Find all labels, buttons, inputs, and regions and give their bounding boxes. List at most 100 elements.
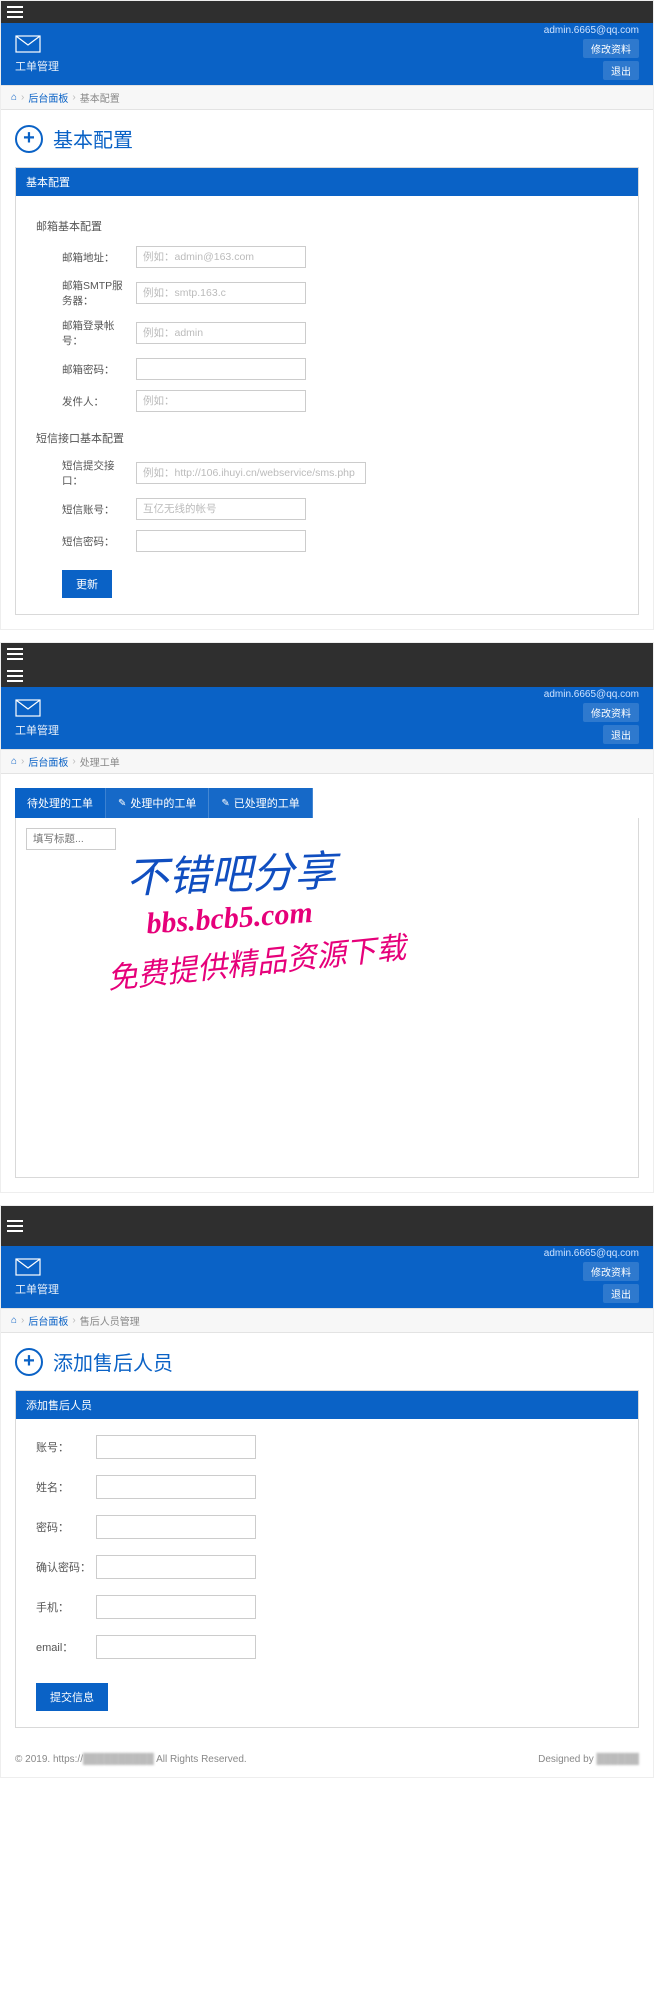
label: 手机： (36, 1599, 96, 1615)
confirm-password-input[interactable] (96, 1555, 256, 1579)
add-icon[interactable]: + (15, 125, 43, 153)
tab-pending[interactable]: 待处理的工单 (15, 788, 106, 818)
breadcrumb-current: 基本配置 (80, 90, 120, 105)
edit-profile-button[interactable]: 修改资料 (583, 39, 639, 58)
page-title: + 基本配置 (15, 124, 639, 153)
row-email: email： (36, 1635, 618, 1659)
home-icon[interactable]: ⌂ (11, 1315, 17, 1326)
label: 短信密码： (36, 534, 136, 549)
user-email: admin.6665@qq.com (544, 25, 639, 36)
label: 密码： (36, 1519, 96, 1535)
edit-profile-button[interactable]: 修改资料 (583, 703, 639, 722)
header-bar: 工单管理 admin.6665@qq.com 修改资料 退出 (1, 1246, 653, 1308)
tab-label: 已处理的工单 (234, 795, 300, 811)
add-icon[interactable]: + (15, 1348, 43, 1376)
logo: 工单管理 (15, 35, 59, 74)
submit-button[interactable]: 提交信息 (36, 1683, 108, 1711)
config-panel: 基本配置 邮箱基本配置 邮箱地址： 邮箱SMTP服务器： 邮箱登录帐号： 邮箱密… (15, 167, 639, 615)
label: 邮箱地址： (36, 250, 136, 265)
update-button[interactable]: 更新 (62, 570, 112, 598)
app-name: 工单管理 (15, 722, 59, 738)
row-account: 账号： (36, 1435, 618, 1459)
app-name: 工单管理 (15, 58, 59, 74)
tab-label: 处理中的工单 (130, 795, 196, 811)
home-icon[interactable]: ⌂ (11, 92, 17, 103)
password-input[interactable] (96, 1515, 256, 1539)
user-block: admin.6665@qq.com 修改资料 退出 (544, 689, 639, 747)
user-email: admin.6665@qq.com (544, 689, 639, 700)
email-address-input[interactable] (136, 246, 306, 268)
label: 短信账号： (36, 502, 136, 517)
sender-input[interactable] (136, 390, 306, 412)
breadcrumb: ⌂› 后台面板› 售后人员管理 (1, 1308, 653, 1333)
section-sms: 短信接口基本配置 (36, 430, 618, 446)
email-input[interactable] (96, 1635, 256, 1659)
logout-button[interactable]: 退出 (603, 1284, 639, 1303)
header-bar: 工单管理 admin.6665@qq.com 修改资料 退出 (1, 23, 653, 85)
watermark-line3: 免费提供精品资源下载 (105, 912, 507, 998)
mail-icon (15, 35, 41, 56)
password-input[interactable] (136, 358, 306, 380)
user-block: admin.6665@qq.com 修改资料 退出 (544, 1248, 639, 1306)
section-email: 邮箱基本配置 (36, 218, 618, 234)
page-body: + 添加售后人员 添加售后人员 账号： 姓名： 密码： 确认密码： (1, 1333, 653, 1742)
breadcrumb-link[interactable]: 后台面板 (28, 1313, 68, 1328)
breadcrumb-link[interactable]: 后台面板 (28, 90, 68, 105)
phone-input[interactable] (96, 1595, 256, 1619)
tab-processing[interactable]: ✎ 处理中的工单 (106, 788, 209, 818)
menu-icon[interactable] (7, 1220, 23, 1232)
page-body: 待处理的工单 ✎ 处理中的工单 ✎ 已处理的工单 不错吧分享 bbs.bcb5.… (1, 774, 653, 1192)
blurred-designer: ██████ (596, 1754, 639, 1765)
account-input[interactable] (96, 1435, 256, 1459)
name-input[interactable] (96, 1475, 256, 1499)
sms-api-input[interactable] (136, 462, 366, 484)
label: 账号： (36, 1439, 96, 1455)
label: 邮箱密码： (36, 362, 136, 377)
page-body: + 基本配置 基本配置 邮箱基本配置 邮箱地址： 邮箱SMTP服务器： 邮箱登录… (1, 110, 653, 629)
menu-icon[interactable] (7, 670, 23, 682)
page-heading: 基本配置 (53, 124, 133, 153)
screen-basic-config: 工单管理 admin.6665@qq.com 修改资料 退出 ⌂› 后台面板› … (0, 0, 654, 630)
menu-icon[interactable] (7, 648, 23, 660)
sms-account-input[interactable] (136, 498, 306, 520)
header-bar: 工单管理 admin.6665@qq.com 修改资料 退出 (1, 687, 653, 749)
mail-icon (15, 1258, 41, 1279)
row-password: 邮箱密码： (36, 358, 618, 380)
breadcrumb-link[interactable]: 后台面板 (28, 754, 68, 769)
app-name: 工单管理 (15, 1281, 59, 1297)
topbar (1, 1206, 653, 1246)
menu-icon[interactable] (7, 6, 23, 18)
logout-button[interactable]: 退出 (603, 725, 639, 744)
topbar (1, 1, 653, 23)
login-input[interactable] (136, 322, 306, 344)
panel-body: 账号： 姓名： 密码： 确认密码： 手机： (16, 1419, 638, 1727)
edit-icon: ✎ (221, 798, 229, 809)
page-heading: 添加售后人员 (53, 1347, 173, 1376)
row-sms-account: 短信账号： (36, 498, 618, 520)
page-title: + 添加售后人员 (15, 1347, 639, 1376)
row-smtp: 邮箱SMTP服务器： (36, 278, 618, 308)
label: 确认密码： (36, 1559, 96, 1575)
edit-profile-button[interactable]: 修改资料 (583, 1262, 639, 1281)
row-sms-password: 短信密码： (36, 530, 618, 552)
tab-done[interactable]: ✎ 已处理的工单 (209, 788, 312, 818)
title-search-input[interactable] (26, 828, 116, 850)
add-staff-panel: 添加售后人员 账号： 姓名： 密码： 确认密码： (15, 1390, 639, 1728)
home-icon[interactable]: ⌂ (11, 756, 17, 767)
smtp-input[interactable] (136, 282, 306, 304)
subbar (1, 665, 653, 687)
label: 发件人： (36, 394, 136, 409)
mail-icon (15, 699, 41, 720)
logo: 工单管理 (15, 1258, 59, 1297)
sms-password-input[interactable] (136, 530, 306, 552)
label: email： (36, 1639, 96, 1655)
footer-right: Designed by ██████ (538, 1754, 639, 1765)
panel-body: 邮箱基本配置 邮箱地址： 邮箱SMTP服务器： 邮箱登录帐号： 邮箱密码： (16, 196, 638, 614)
breadcrumb-current: 处理工单 (80, 754, 120, 769)
tabs: 待处理的工单 ✎ 处理中的工单 ✎ 已处理的工单 (15, 788, 639, 818)
screen-add-staff: 工单管理 admin.6665@qq.com 修改资料 退出 ⌂› 后台面板› … (0, 1205, 654, 1778)
breadcrumb-current: 售后人员管理 (80, 1313, 140, 1328)
footer-left: © 2019. https://██████████ All Rights Re… (15, 1754, 247, 1765)
watermark: 不错吧分享 bbs.bcb5.com 免费提供精品资源下载 (126, 838, 506, 977)
logout-button[interactable]: 退出 (603, 61, 639, 80)
